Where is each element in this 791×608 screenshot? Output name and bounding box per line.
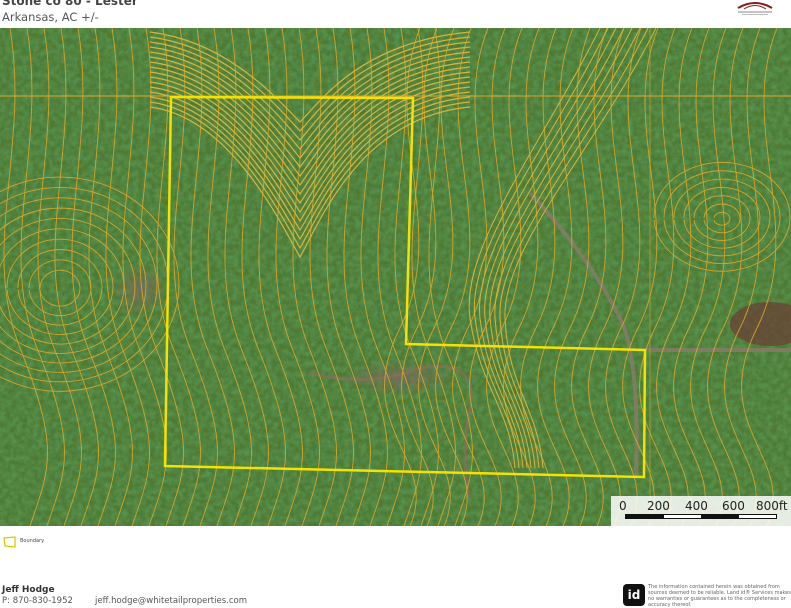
map-canvas[interactable] xyxy=(0,28,791,526)
map-title: Stone co 80 - Lester xyxy=(2,0,138,8)
land-id-logo: id xyxy=(623,584,645,606)
scale-segment xyxy=(701,515,739,518)
scale-segment xyxy=(626,515,664,518)
agent-phone: P: 870-830-1952 xyxy=(2,596,73,606)
scale-label: 400 xyxy=(685,499,708,513)
boundary-swatch-icon xyxy=(3,536,16,548)
scale-label: 0 xyxy=(619,499,627,513)
scale-label: 800ft xyxy=(756,499,788,513)
topo-map[interactable] xyxy=(0,28,791,526)
legend-label: Boundary xyxy=(20,538,45,544)
legend: Boundary xyxy=(0,534,200,550)
map-subtitle: Arkansas, AC +/- xyxy=(2,10,99,24)
scale-bar: 0 200 400 600 800ft xyxy=(611,496,791,526)
disclaimer: The information contained herein was obt… xyxy=(648,584,791,608)
map-header: Stone co 80 - Lester Arkansas, AC +/- xyxy=(0,0,791,28)
agent-name: Jeff Hodge xyxy=(2,585,55,595)
agent-email[interactable]: jeff.hodge@whitetailproperties.com xyxy=(95,596,247,606)
whitetail-properties-logo xyxy=(737,2,773,15)
scale-track xyxy=(625,514,777,519)
scale-label: 200 xyxy=(647,499,670,513)
scale-label: 600 xyxy=(722,499,745,513)
